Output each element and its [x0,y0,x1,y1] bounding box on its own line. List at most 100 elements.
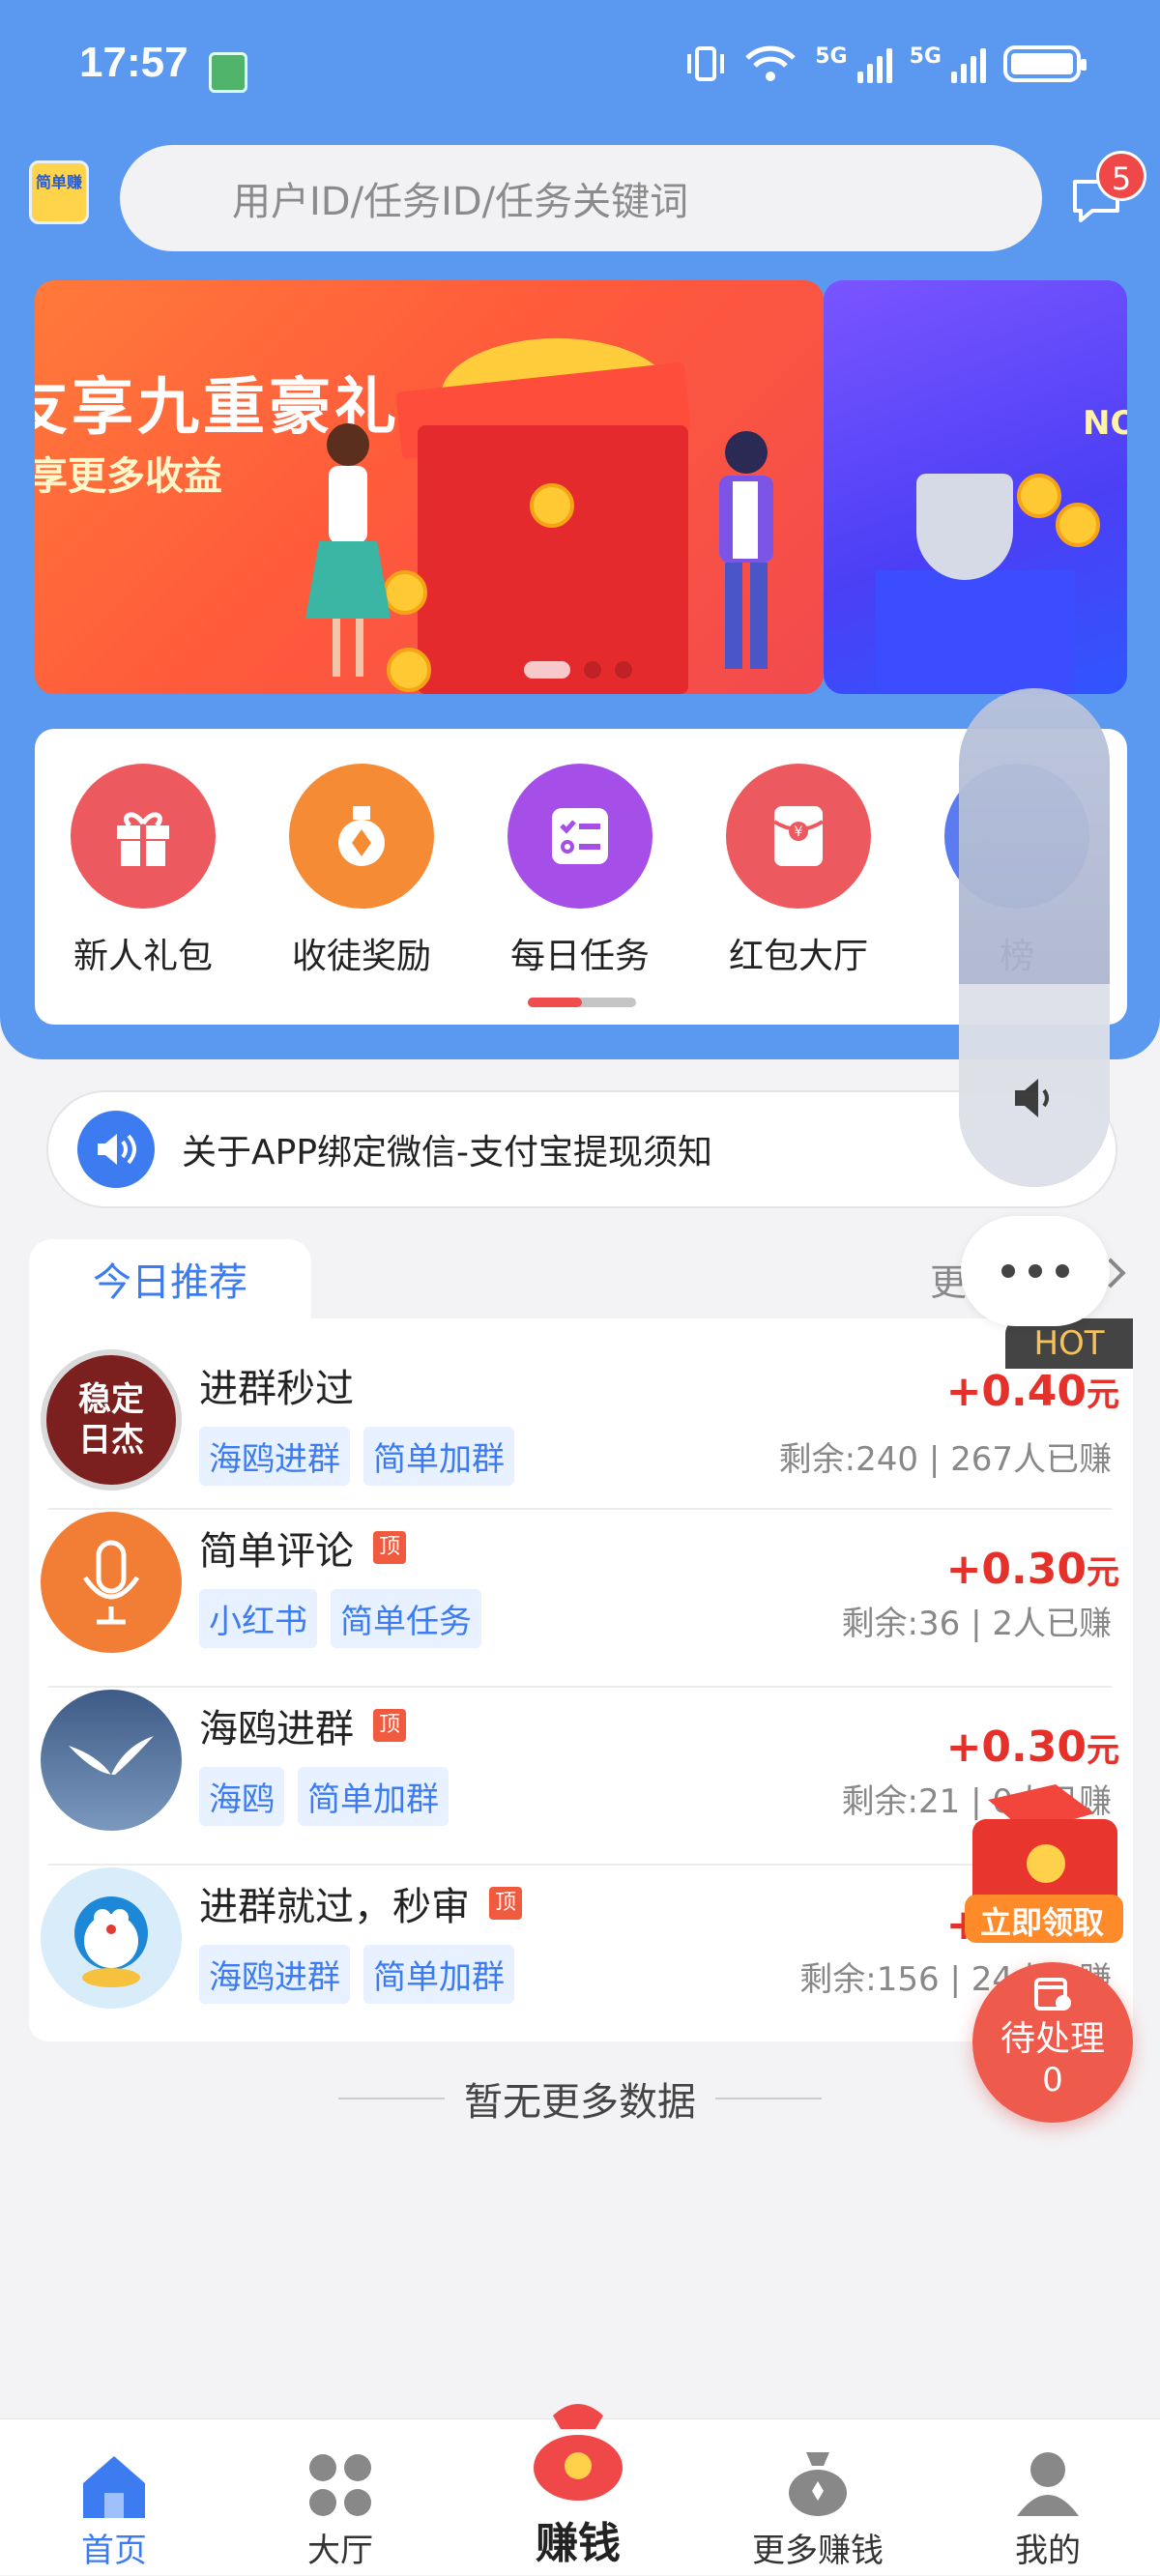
svg-text:¥: ¥ [795,825,803,840]
category-label: 每日任务 [509,937,650,976]
coin-bag-icon [789,2452,847,2516]
money-bag-icon [534,2404,623,2501]
task-price-value: +0.30 [945,1722,1087,1772]
red-packet-claim-button[interactable]: 立即领取 [959,1780,1125,1951]
nav-home[interactable]: 首页 [17,2419,211,2576]
task-price-unit: 元 [1087,1553,1119,1592]
nav-label: 更多赚钱 [752,2532,884,2570]
task-tag: 海鸥 [199,1767,284,1826]
task-avatar [41,1867,182,2009]
speaker-icon [77,1111,155,1188]
nav-earn[interactable]: 赚钱 [481,2404,675,2576]
tab-today-recommend[interactable]: 今日推荐 [29,1239,311,1326]
task-avatar: 稳定日杰 [41,1349,182,1491]
nav-label: 赚钱 [536,2519,621,2568]
user-icon [1017,2452,1079,2516]
nav-label: 首页 [81,2532,147,2570]
network-type-1: 5G [815,44,848,69]
task-tag: 简单加群 [298,1767,449,1826]
status-time: 17:57 [79,39,188,86]
bottom-nav: 首页 大厅 赚钱 更多赚钱 我的 [0,2404,1160,2576]
task-tags: 海鸥进群 简单加群 [199,1945,514,2004]
category-red-envelope-hall[interactable]: ¥ 红包大厅 [711,764,885,978]
volume-panel[interactable] [959,688,1110,1187]
task-row[interactable]: 稳定日杰 进群秒过 海鸥进群 简单加群 +0.40元 剩余:240 | 267人… [29,1318,1133,1510]
pinned-badge: 顶 [373,1709,406,1742]
task-remaining: 剩余:36 [841,1605,961,1643]
promo-banner[interactable]: 友享九重豪礼 享更多收益 [35,280,824,694]
banner-pager [524,661,632,679]
promo-banner-next[interactable]: NO [824,280,1127,694]
coin-icon [530,483,574,528]
category-daily-task[interactable]: 每日任务 [493,764,667,978]
task-title-text: 进群就过，秒审 [199,1885,470,1929]
checklist-icon [508,764,652,909]
category-new-user-gift[interactable]: 新人礼包 [56,764,230,978]
search-placeholder: 用户ID/任务ID/任务关键词 [232,180,689,224]
status-bar: 17:57 5G 5G [0,0,1160,135]
vibrate-icon [687,46,725,81]
notification-app-icon [209,52,247,93]
no-more-text: 暂无更多数据 [464,2080,696,2125]
task-price-unit: 元 [1087,1375,1119,1414]
calendar-clock-icon [1034,1978,1071,2011]
task-meta: 剩余:240 | 267人已赚 [778,1440,1112,1479]
gift-icon [71,764,216,909]
message-badge: 5 [1096,151,1146,201]
pinned-badge: 顶 [489,1887,522,1920]
category-label: 收徒奖励 [291,937,431,976]
task-title-text: 简单评论 [199,1529,354,1574]
seagull-icon [69,1736,154,1775]
nav-more-earn[interactable]: 更多赚钱 [721,2419,914,2576]
task-title: 进群就过，秒审顶 [199,1875,522,1931]
task-price-value: +0.40 [945,1367,1087,1416]
task-tags: 小红书 简单任务 [199,1589,481,1648]
task-row[interactable]: 简单评论顶 小红书 简单任务 +0.30元 剩余:36 | 2人已赚 [29,1496,1133,1688]
banner-side-text: NO [1083,404,1127,443]
task-meta: 剩余:36 | 2人已赚 [841,1605,1112,1643]
task-price: +0.30元 [946,1545,1119,1594]
task-tags: 海鸥 简单加群 [199,1767,449,1826]
more-options-button[interactable] [961,1216,1110,1326]
task-remaining: 剩余:156 [799,1960,940,1999]
red-envelope-icon: ¥ [726,764,871,909]
task-title: 海鸥进群顶 [199,1697,406,1753]
volume-icon[interactable] [1009,1073,1059,1123]
pending-count: 0 [1042,2061,1063,2099]
home-icon [83,2456,145,2518]
task-title-text: 海鸥进群 [199,1707,354,1751]
person-left-illustration [305,423,391,677]
coin-icon [1017,474,1061,518]
search-input[interactable]: 用户ID/任务ID/任务关键词 [120,145,1042,251]
status-indicators: 5G 5G [685,44,1087,83]
banner-pedestal [876,570,1075,694]
grid-icon [309,2454,371,2516]
task-title: 简单评论顶 [199,1520,406,1576]
pinned-badge: 顶 [373,1531,406,1564]
task-tag: 海鸥进群 [199,1945,350,2004]
task-remaining: 剩余:240 [778,1440,919,1479]
trophy-icon [916,474,1013,580]
task-price: +0.30元 [946,1722,1119,1772]
task-title-text: 进群秒过 [199,1367,354,1411]
wifi-icon [745,45,797,81]
nav-label: 我的 [1015,2532,1081,2570]
task-avatar [41,1690,182,1831]
task-avatar-text: 稳定日杰 [78,1380,144,1460]
app-logo[interactable]: 简单赚 [29,160,89,224]
banner-subtitle: 享更多收益 [35,454,222,499]
coin-icon [1056,503,1100,547]
coin-medal-icon [289,764,434,909]
nav-hall[interactable]: 大厅 [244,2419,437,2576]
pending-button[interactable]: 待处理 0 [972,1962,1133,2123]
task-earned: 2人已赚 [992,1605,1112,1643]
task-earned: 267人已赚 [950,1440,1112,1479]
category-apprentice-reward[interactable]: 收徒奖励 [275,764,449,978]
notice-text: 关于APP绑定微信-支付宝提现须知 [182,1133,713,1172]
task-price: +0.40元 [946,1367,1119,1416]
microphone-icon [82,1540,140,1625]
task-remaining: 剩余:21 [841,1782,961,1821]
red-packet-label: 立即领取 [979,1904,1104,1941]
notice-bar[interactable]: 关于APP绑定微信-支付宝提现须知 [46,1090,1117,1208]
nav-profile[interactable]: 我的 [951,2419,1145,2576]
